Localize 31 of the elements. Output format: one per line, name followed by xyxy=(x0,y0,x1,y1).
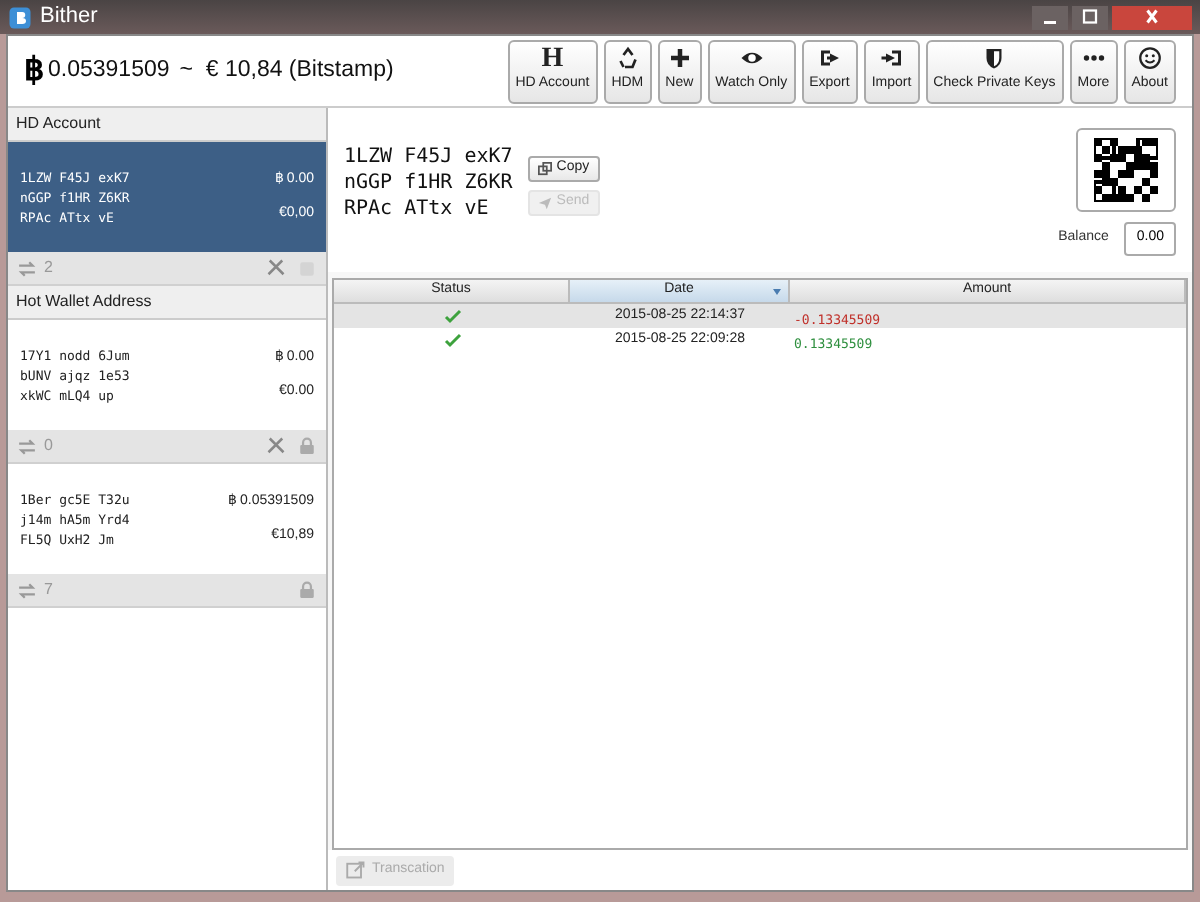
transaction-count: 2 xyxy=(44,256,53,280)
import-icon xyxy=(879,46,904,71)
transfer-icon xyxy=(18,581,36,599)
minimize-icon xyxy=(1032,5,1068,29)
qr-code-icon xyxy=(1094,138,1158,202)
send-icon xyxy=(538,196,553,210)
transaction-count: 7 xyxy=(44,578,53,602)
smiley-icon xyxy=(1137,46,1162,71)
transaction-count: 0 xyxy=(44,434,53,458)
address-line: 1LZW F45J exK7 xyxy=(344,144,513,170)
edit-icon xyxy=(346,860,366,880)
sort-arrow-icon xyxy=(772,288,782,296)
transfer-icon xyxy=(18,437,36,455)
app-icon xyxy=(8,5,32,29)
transfer-icon xyxy=(18,259,36,277)
fiat-balance: ~ € 10,84 (Bitstamp) xyxy=(179,55,394,86)
section-header: Hot Wallet Address xyxy=(16,290,152,314)
plus-icon xyxy=(667,46,692,71)
export-icon xyxy=(817,46,842,71)
address-line: RPAc ATtx vE xyxy=(344,196,491,222)
close-icon xyxy=(1112,5,1192,29)
bitcoin-symbol: ฿ xyxy=(24,51,44,91)
window-title: Bither xyxy=(40,2,98,33)
qr-button[interactable] xyxy=(1076,128,1176,212)
address-line: nGGP f1HR Z6KR xyxy=(344,170,513,196)
letter-icon: H xyxy=(541,46,564,75)
section-header: HD Account xyxy=(16,112,101,136)
shield-icon xyxy=(982,46,1007,71)
maximize-icon xyxy=(1072,5,1108,29)
balance-amount: 0.05391509 xyxy=(48,55,170,86)
copy-icon xyxy=(538,162,553,176)
